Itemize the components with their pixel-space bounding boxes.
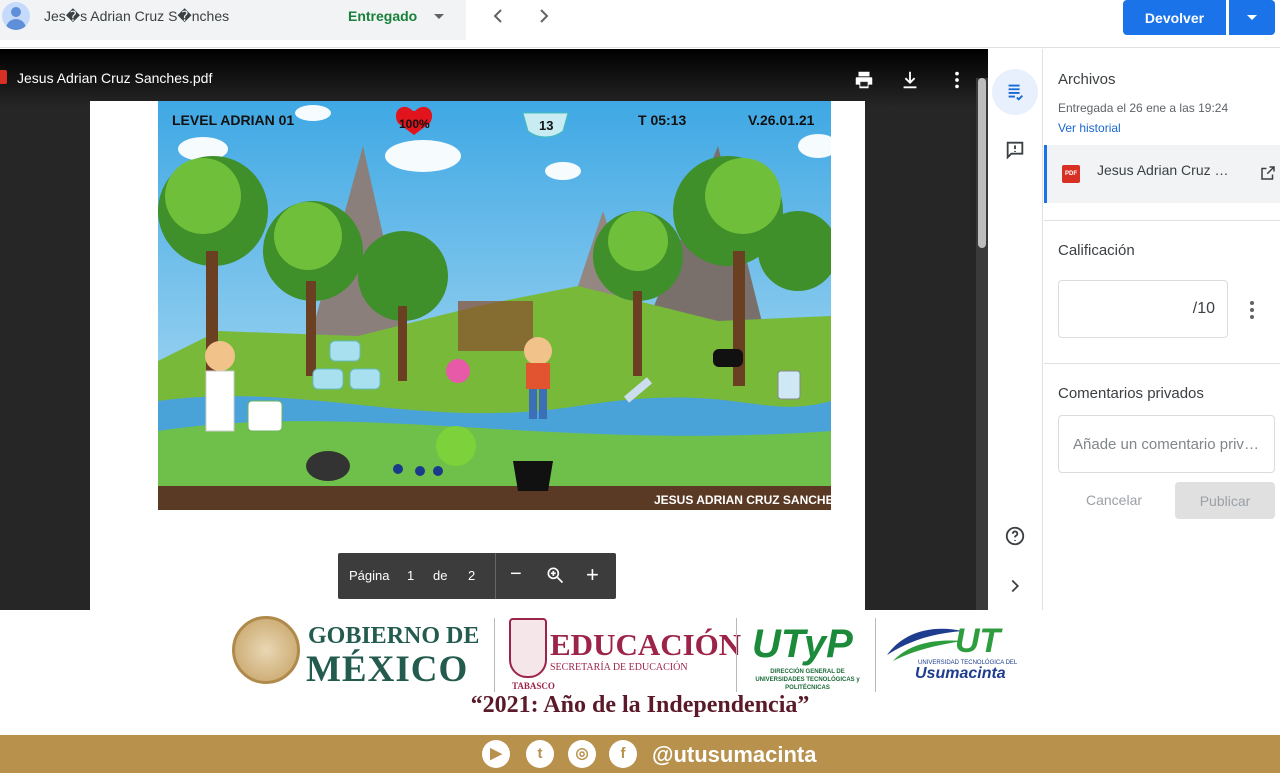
more-vert-icon[interactable] <box>946 69 968 91</box>
grade-title: Calificación <box>1058 242 1135 259</box>
education-logo-text: EDUCACIÓN <box>550 627 742 662</box>
viewer-header: Jesus Adrian Cruz Sanches.pdf <box>0 49 988 107</box>
game-author-text: JESUS ADRIAN CRUZ SANCHES <box>654 493 831 507</box>
more-vert-icon[interactable] <box>1250 301 1254 319</box>
state-name: TABASCO <box>512 681 555 691</box>
viewer-file-title: Jesus Adrian Cruz Sanches.pdf <box>17 70 213 86</box>
assignment-icon[interactable] <box>992 69 1038 115</box>
facebook-icon[interactable]: f <box>609 740 637 768</box>
scroll-thumb[interactable] <box>978 78 986 248</box>
student-selector[interactable]: Jes�s Adrian Cruz S�nches Entregado <box>0 0 466 40</box>
page-controls: Página 1 de 2 − + <box>338 553 616 599</box>
twitter-icon[interactable]: t <box>526 740 554 768</box>
pdf-file-icon <box>0 70 7 84</box>
mexico-seal-logo <box>232 616 300 684</box>
motto-text: “2021: Año de la Independencia” <box>470 692 810 718</box>
chevron-right-icon[interactable] <box>532 4 556 28</box>
grading-panel: Archivos Entregada el 26 ene a las 19:24… <box>1044 49 1280 610</box>
grade-denominator: /10 <box>1192 300 1215 317</box>
cancel-button[interactable]: Cancelar <box>1086 492 1142 508</box>
zoom-out-button[interactable]: − <box>510 563 522 586</box>
game-health-text: 100% <box>399 117 430 131</box>
zoom-icon[interactable] <box>545 565 565 588</box>
social-handle: @utusumacinta <box>652 742 817 767</box>
files-title: Archivos <box>1058 71 1116 88</box>
submitted-date: Entregada el 26 ene a las 19:24 <box>1058 101 1229 115</box>
ut-logo-text: UT <box>955 622 1001 660</box>
game-version-text: V.26.01.21 <box>748 112 815 128</box>
page-of-label: de <box>433 568 448 583</box>
history-link[interactable]: Ver historial <box>1058 121 1121 135</box>
utp-subtitle: DIRECCIÓN GENERAL DE UNIVERSIDADES TECNO… <box>755 669 860 691</box>
chevron-left-icon[interactable] <box>486 4 510 28</box>
utp-logo-text: UTyP <box>752 622 853 666</box>
education-subtitle: SECRETARÍA DE EDUCACIÓN <box>550 662 688 673</box>
private-comments-title: Comentarios privados <box>1058 385 1204 402</box>
instagram-icon[interactable]: ◎ <box>568 740 596 768</box>
download-icon[interactable] <box>899 69 921 91</box>
page-label: Página <box>349 568 390 583</box>
file-attachment[interactable]: PDF Jesus Adrian Cruz Sanches.pdf <box>1044 145 1280 203</box>
zoom-in-button[interactable]: + <box>586 562 599 588</box>
private-comment-input[interactable]: Añade un comentario privado <box>1058 415 1275 473</box>
tabasco-crest-logo <box>509 618 547 678</box>
student-name: Jes�s Adrian Cruz S�nches <box>44 8 230 24</box>
social-bar: ▶ t ◎ f @utusumacinta <box>0 735 1280 773</box>
open-in-new-icon[interactable] <box>1259 164 1277 187</box>
current-page[interactable]: 1 <box>407 568 414 583</box>
game-screenshot-image: LEVEL ADRIAN 01 100% 13 T 05:13 V.26.01.… <box>158 101 831 510</box>
attachment-name: Jesus Adrian Cruz Sanches.pdf <box>1097 162 1237 178</box>
status-badge: Entregado <box>348 8 418 24</box>
gob-line2: MÉXICO <box>306 649 469 690</box>
youtube-icon[interactable]: ▶ <box>482 740 510 768</box>
help-icon[interactable] <box>992 513 1038 559</box>
top-bar: Jes�s Adrian Cruz S�nches Entregado Devo… <box>0 0 1280 48</box>
gob-line1: GOBIERNO DE <box>308 623 480 649</box>
grade-input[interactable]: /10 <box>1058 280 1228 338</box>
total-pages: 2 <box>468 568 476 583</box>
game-time-text: T 05:13 <box>638 112 686 128</box>
pdf-file-icon: PDF <box>1062 165 1080 183</box>
chevron-down-icon[interactable] <box>434 14 444 19</box>
side-rail <box>988 49 1043 610</box>
game-level-text: LEVEL ADRIAN 01 <box>172 112 294 128</box>
ut-swoosh-logo <box>887 628 963 661</box>
return-button[interactable]: Devolver <box>1123 0 1226 35</box>
expand-icon[interactable] <box>992 563 1038 609</box>
avatar <box>2 2 30 30</box>
pdf-page: LEVEL ADRIAN 01 100% 13 T 05:13 V.26.01.… <box>90 101 865 610</box>
publish-button[interactable]: Publicar <box>1175 482 1275 519</box>
ut-name: Usumacinta <box>915 665 1006 682</box>
game-masks-text: 13 <box>539 118 553 133</box>
return-options-button[interactable] <box>1229 0 1275 35</box>
print-icon[interactable] <box>853 69 875 91</box>
feedback-icon[interactable] <box>992 127 1038 173</box>
viewer-scrollbar[interactable] <box>976 78 988 610</box>
pdf-viewer: Jesus Adrian Cruz Sanches.pdf LEVEL ADRI… <box>0 49 988 610</box>
